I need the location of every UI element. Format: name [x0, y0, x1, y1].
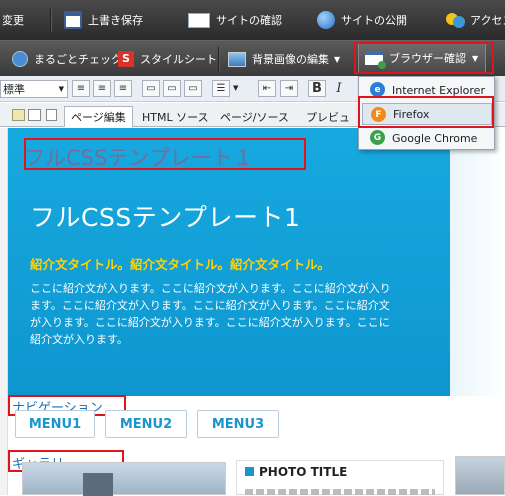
ie-icon: e [370, 82, 385, 97]
document-icon[interactable] [46, 109, 57, 121]
chevron-down-icon: ▼ [58, 85, 64, 93]
photo-card: PHOTO TITLE [236, 460, 444, 495]
tab-page-edit[interactable]: ページ編集 [64, 106, 133, 127]
full-check-button[interactable]: まるごとチェック [12, 41, 122, 77]
page-icon[interactable] [28, 109, 41, 121]
access-label: アクセス [470, 14, 505, 27]
main-toolbar: 変更 上書き保存 サイトの確認 サイトの公開 アクセス [0, 0, 505, 40]
overwrite-save-button[interactable]: 上書き保存 [64, 0, 143, 40]
menu-button-1[interactable]: MENU1 [15, 410, 95, 438]
gallery-photo[interactable] [22, 462, 226, 496]
align-right-icon[interactable]: ≡ [114, 80, 132, 97]
save-icon [64, 11, 82, 29]
photo-description [245, 489, 435, 495]
image-edit-icon [228, 51, 246, 67]
list-icon[interactable]: ☰ [212, 80, 230, 97]
table-icon[interactable]: ▭ [163, 80, 181, 97]
dropdown-item-chrome[interactable]: G Google Chrome [362, 127, 492, 149]
bullet-icon [245, 467, 254, 476]
background-edit-label: 背景画像の編集 [252, 53, 329, 66]
stylesheet-button[interactable]: S スタイルシート [118, 41, 217, 77]
tab-label: HTML ソース [142, 110, 209, 124]
site-publish-label: サイトの公開 [341, 14, 407, 27]
italic-button[interactable]: I [330, 80, 348, 97]
chevron-down-icon: ▼ [233, 84, 239, 92]
hero-title: フルCSSテンプレート1 [30, 203, 301, 232]
change-button[interactable]: 変更 [2, 0, 24, 40]
intro-line: ます。ここに紹介文が入ります。ここに紹介文が入ります。ここに紹介文 [30, 299, 390, 312]
intro-title: 紹介文タイトル。紹介文タイトル。紹介文タイトル。 [30, 257, 331, 272]
bold-button[interactable]: B [308, 80, 326, 97]
photo-subject [83, 473, 113, 496]
hero-side-panel [450, 128, 505, 396]
tab-preview[interactable]: プレビュ [300, 106, 356, 127]
access-button[interactable]: アクセス [446, 0, 505, 40]
overwrite-save-label: 上書き保存 [88, 14, 143, 27]
editor-gutter [0, 128, 8, 495]
menu-button-2[interactable]: MENU2 [105, 410, 187, 438]
change-label: 変更 [2, 14, 24, 27]
font-select[interactable]: 標準 ▼ [0, 80, 68, 98]
globe-icon [317, 11, 335, 29]
stylesheet-icon: S [118, 51, 134, 67]
align-justify-icon[interactable]: ▭ [142, 80, 160, 97]
box-icon[interactable]: ▭ [184, 80, 202, 97]
site-check-button[interactable]: サイトの確認 [188, 0, 282, 40]
font-select-value: 標準 [3, 83, 25, 96]
site-check-icon [188, 12, 210, 28]
dropdown-label: Google Chrome [392, 131, 478, 145]
firefox-highlight [358, 96, 494, 128]
access-icon [446, 11, 466, 29]
toolbar-divider [218, 47, 219, 71]
intro-line: 紹介文が入ります。 [30, 333, 128, 346]
background-edit-button[interactable]: 背景画像の編集 ▼ [228, 41, 340, 77]
indent-icon[interactable]: ⇤ [258, 80, 276, 97]
gallery-photo-2[interactable] [455, 456, 505, 495]
intro-line: ここに紹介文が入ります。ここに紹介文が入ります。ここに紹介文が入り [30, 282, 391, 295]
edit-icon[interactable] [12, 109, 25, 121]
photo-title: PHOTO TITLE [259, 465, 348, 479]
tab-label: プレビュ [306, 110, 350, 124]
tab-label: ページ編集 [71, 111, 126, 124]
heading-highlight [24, 138, 306, 170]
align-left-icon[interactable]: ≡ [72, 80, 90, 97]
site-check-label: サイトの確認 [216, 14, 282, 27]
tab-page-source[interactable]: ページ/ソース [214, 106, 295, 127]
check-icon [12, 51, 28, 67]
site-publish-button[interactable]: サイトの公開 [317, 0, 407, 40]
tab-label: ページ/ソース [220, 110, 289, 124]
outdent-icon[interactable]: ⇥ [280, 80, 298, 97]
tab-html-source[interactable]: HTML ソース [136, 106, 215, 127]
full-check-label: まるごとチェック [34, 53, 122, 66]
align-center-icon[interactable]: ≡ [93, 80, 111, 97]
menu-button-3[interactable]: MENU3 [197, 410, 279, 438]
stylesheet-label: スタイルシート [140, 53, 217, 66]
intro-text: ここに紹介文が入ります。ここに紹介文が入ります。ここに紹介文が入り ます。ここに… [30, 280, 440, 348]
toolbar-divider [50, 8, 51, 32]
browser-check-highlight [354, 42, 494, 74]
chrome-icon: G [370, 130, 385, 145]
dropdown-label: Internet Explorer [392, 83, 485, 97]
chevron-down-icon: ▼ [334, 54, 341, 64]
intro-line: が入ります。ここに紹介文が入ります。ここに紹介文が入ります。ここに [30, 316, 390, 329]
